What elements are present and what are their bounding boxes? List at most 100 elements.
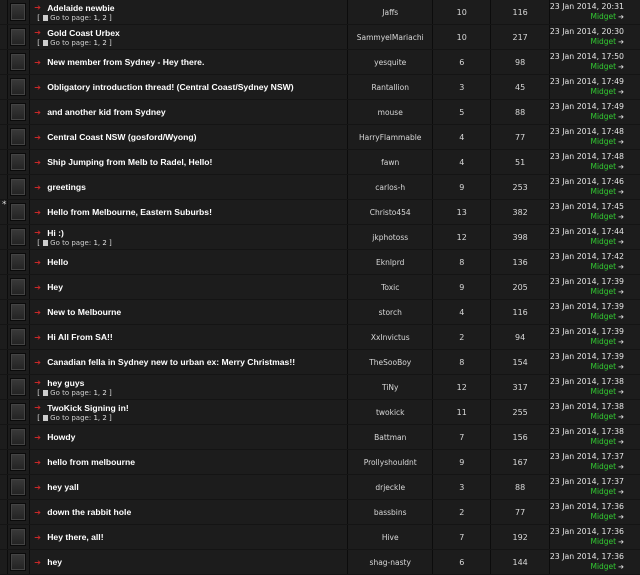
newest-post-arrow-icon[interactable]: ➔ — [34, 378, 47, 387]
goto-last-post-icon[interactable]: ➔ — [618, 188, 624, 196]
goto-last-post-icon[interactable]: ➔ — [618, 388, 624, 396]
topic-title-link[interactable]: Hi All From SA!! — [47, 332, 113, 342]
topic-title-link[interactable]: hey yall — [47, 482, 79, 492]
last-post-user[interactable]: Midget — [590, 187, 616, 196]
topic-author[interactable]: twokick — [348, 400, 434, 424]
topic-author[interactable]: Prollyshouldnt — [348, 450, 434, 474]
goto-last-post-icon[interactable]: ➔ — [618, 138, 624, 146]
goto-last-post-icon[interactable]: ➔ — [618, 88, 624, 96]
last-post-user[interactable]: Midget — [590, 162, 616, 171]
newest-post-arrow-icon[interactable]: ➔ — [34, 83, 47, 92]
topic-author[interactable]: Jaffs — [348, 0, 434, 24]
topic-author[interactable]: SammyelMariachi — [348, 25, 434, 49]
topic-title-link[interactable]: Hello — [47, 257, 68, 267]
newest-post-arrow-icon[interactable]: ➔ — [34, 333, 47, 342]
goto-last-post-icon[interactable]: ➔ — [618, 238, 624, 246]
goto-last-post-icon[interactable]: ➔ — [618, 263, 624, 271]
last-post-user[interactable]: Midget — [590, 562, 616, 571]
newest-post-arrow-icon[interactable]: ➔ — [34, 458, 47, 467]
newest-post-arrow-icon[interactable]: ➔ — [34, 183, 47, 192]
topic-title-link[interactable]: down the rabbit hole — [47, 507, 131, 517]
newest-post-arrow-icon[interactable]: ➔ — [34, 358, 47, 367]
goto-last-post-icon[interactable]: ➔ — [618, 313, 624, 321]
topic-author[interactable]: Rantallion — [348, 75, 434, 99]
last-post-user[interactable]: Midget — [590, 237, 616, 246]
topic-author[interactable]: TiNy — [348, 375, 434, 399]
topic-author[interactable]: Battman — [348, 425, 434, 449]
goto-last-post-icon[interactable]: ➔ — [618, 113, 624, 121]
newest-post-arrow-icon[interactable]: ➔ — [34, 133, 47, 142]
topic-title-link[interactable]: hey guys — [47, 378, 84, 388]
topic-author[interactable]: HarryFlammable — [348, 125, 434, 149]
topic-title-link[interactable]: Adelaide newbie — [47, 3, 114, 13]
goto-last-post-icon[interactable]: ➔ — [618, 338, 624, 346]
goto-last-post-icon[interactable]: ➔ — [618, 163, 624, 171]
goto-last-post-icon[interactable]: ➔ — [618, 38, 624, 46]
last-post-user[interactable]: Midget — [590, 312, 616, 321]
topic-title-link[interactable]: Hello from Melbourne, Eastern Suburbs! — [47, 207, 212, 217]
goto-last-post-icon[interactable]: ➔ — [618, 463, 624, 471]
newest-post-arrow-icon[interactable]: ➔ — [34, 3, 47, 12]
topic-author[interactable]: storch — [348, 300, 434, 324]
newest-post-arrow-icon[interactable]: ➔ — [34, 533, 47, 542]
last-post-user[interactable]: Midget — [590, 112, 616, 121]
goto-last-post-icon[interactable]: ➔ — [618, 538, 624, 546]
topic-author[interactable]: yesquite — [348, 50, 434, 74]
topic-author[interactable]: XxInvictus — [348, 325, 434, 349]
last-post-user[interactable]: Midget — [590, 437, 616, 446]
topic-author[interactable]: bassbins — [348, 500, 434, 524]
newest-post-arrow-icon[interactable]: ➔ — [34, 208, 47, 217]
last-post-user[interactable]: Midget — [590, 12, 616, 21]
topic-title-link[interactable]: Hey — [47, 282, 63, 292]
topic-title-link[interactable]: Canadian fella in Sydney new to urban ex… — [47, 357, 295, 367]
newest-post-arrow-icon[interactable]: ➔ — [34, 58, 47, 67]
newest-post-arrow-icon[interactable]: ➔ — [34, 228, 47, 237]
topic-title-link[interactable]: greetings — [47, 182, 86, 192]
topic-title-link[interactable]: and another kid from Sydney — [47, 107, 165, 117]
goto-last-post-icon[interactable]: ➔ — [618, 488, 624, 496]
newest-post-arrow-icon[interactable]: ➔ — [34, 283, 47, 292]
newest-post-arrow-icon[interactable]: ➔ — [34, 508, 47, 517]
last-post-user[interactable]: Midget — [590, 462, 616, 471]
last-post-user[interactable]: Midget — [590, 212, 616, 221]
topic-author[interactable]: fawn — [348, 150, 434, 174]
last-post-user[interactable]: Midget — [590, 337, 616, 346]
newest-post-arrow-icon[interactable]: ➔ — [34, 558, 47, 567]
topic-title-link[interactable]: New member from Sydney - Hey there. — [47, 57, 204, 67]
topic-author[interactable]: Christo454 — [348, 200, 434, 224]
topic-author[interactable]: mouse — [348, 100, 434, 124]
last-post-user[interactable]: Midget — [590, 62, 616, 71]
last-post-user[interactable]: Midget — [590, 412, 616, 421]
goto-last-post-icon[interactable]: ➔ — [618, 563, 624, 571]
topic-author[interactable]: jkphotoss — [348, 225, 434, 249]
last-post-user[interactable]: Midget — [590, 87, 616, 96]
goto-last-post-icon[interactable]: ➔ — [618, 63, 624, 71]
topic-title-link[interactable]: Ship Jumping from Melb to Radel, Hello! — [47, 157, 212, 167]
topic-title-link[interactable]: Gold Coast Urbex — [47, 28, 120, 38]
newest-post-arrow-icon[interactable]: ➔ — [34, 403, 47, 412]
topic-author[interactable]: drjeckle — [348, 475, 434, 499]
topic-title-link[interactable]: Howdy — [47, 432, 75, 442]
goto-last-post-icon[interactable]: ➔ — [618, 213, 624, 221]
newest-post-arrow-icon[interactable]: ➔ — [34, 433, 47, 442]
last-post-user[interactable]: Midget — [590, 512, 616, 521]
goto-last-post-icon[interactable]: ➔ — [618, 363, 624, 371]
last-post-user[interactable]: Midget — [590, 387, 616, 396]
goto-last-post-icon[interactable]: ➔ — [618, 413, 624, 421]
topic-title-link[interactable]: Central Coast NSW (gosford/Wyong) — [47, 132, 196, 142]
last-post-user[interactable]: Midget — [590, 487, 616, 496]
topic-author[interactable]: Toxic — [348, 275, 434, 299]
topic-author[interactable]: shag-nasty — [348, 550, 434, 574]
topic-title-link[interactable]: TwoKick Signing in! — [47, 403, 128, 413]
last-post-user[interactable]: Midget — [590, 37, 616, 46]
goto-last-post-icon[interactable]: ➔ — [618, 13, 624, 21]
topic-author[interactable]: Hive — [348, 525, 434, 549]
newest-post-arrow-icon[interactable]: ➔ — [34, 483, 47, 492]
last-post-user[interactable]: Midget — [590, 362, 616, 371]
goto-last-post-icon[interactable]: ➔ — [618, 288, 624, 296]
last-post-user[interactable]: Midget — [590, 537, 616, 546]
topic-author[interactable]: TheSooBoy — [348, 350, 434, 374]
newest-post-arrow-icon[interactable]: ➔ — [34, 108, 47, 117]
topic-title-link[interactable]: Obligatory introduction thread! (Central… — [47, 82, 293, 92]
newest-post-arrow-icon[interactable]: ➔ — [34, 258, 47, 267]
